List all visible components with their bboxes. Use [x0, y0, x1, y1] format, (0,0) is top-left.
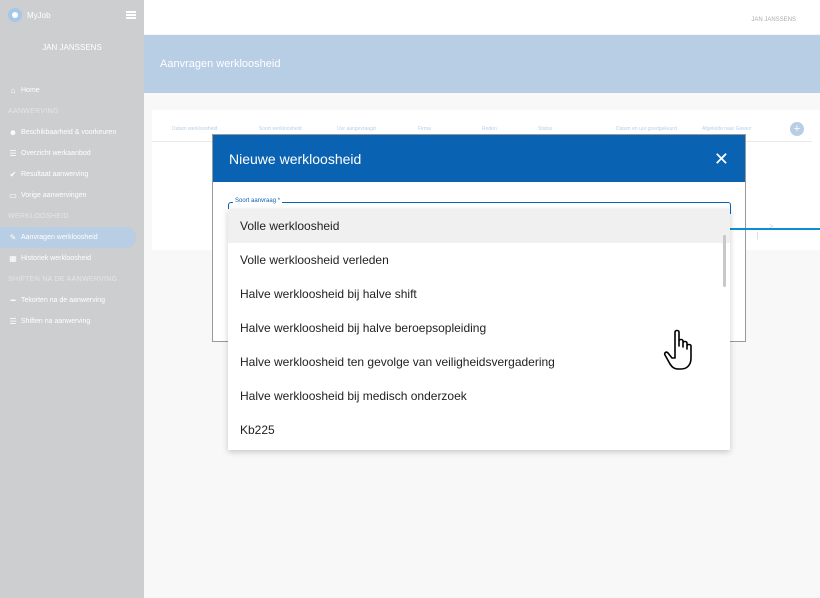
dropdown-option[interactable]: Volle werkloosheid verleden [228, 243, 730, 277]
dropdown-option[interactable]: Halve werkloosheid bij halve shift [228, 277, 730, 311]
modal-header: Nieuwe werkloosheid ✕ [213, 135, 745, 182]
dropdown-option[interactable]: Volle werkloosheid [228, 209, 730, 243]
hand-cursor-icon [663, 329, 692, 370]
close-icon[interactable]: ✕ [714, 150, 729, 168]
request-type-dropdown[interactable]: Volle werkloosheid Volle werkloosheid ve… [228, 209, 730, 450]
request-type-label: Soort aanvraag * [233, 198, 283, 204]
dropdown-option[interactable]: Halve werkloosheid bij halve beroepsople… [228, 311, 730, 345]
modal-title: Nieuwe werkloosheid [229, 150, 362, 167]
dropdown-option[interactable]: Kb225 [228, 413, 730, 447]
dropdown-option[interactable]: Halve werkloosheid ten gevolge van veili… [228, 345, 730, 379]
dropdown-option[interactable]: Halve werkloosheid bij medisch onderzoek [228, 379, 730, 413]
dropdown-scrollbar[interactable] [723, 235, 726, 287]
